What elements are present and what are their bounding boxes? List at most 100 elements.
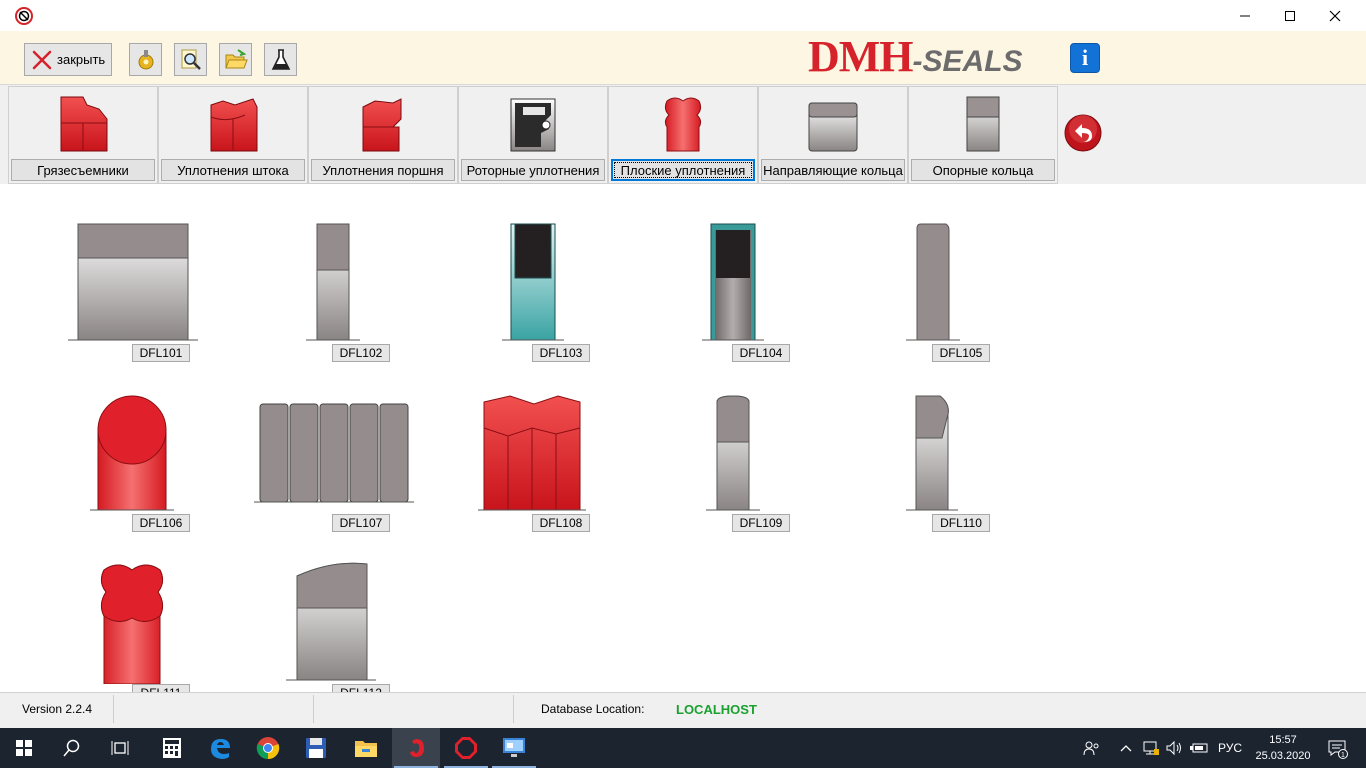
search-icon	[63, 739, 80, 757]
notification-button[interactable]: 1	[1322, 728, 1352, 768]
seal-profile	[906, 395, 958, 511]
seal-card-dfl104[interactable]: DFL104	[630, 184, 830, 362]
seal-grid: DFL101 DFL102 DFL103 DFL104 DFL105 DFL10…	[0, 184, 1366, 692]
category-rotary-seals[interactable]: Роторные уплотнения	[458, 86, 608, 184]
open-folder-icon	[224, 48, 248, 68]
wiper-seal-icon	[60, 96, 108, 152]
seal-card-dfl111[interactable]: DFL111	[30, 524, 230, 692]
seal-code: DFL110	[932, 514, 990, 532]
close-icon	[1329, 10, 1341, 21]
chevron-up-icon[interactable]	[1120, 728, 1132, 768]
open-folder-button[interactable]	[219, 43, 252, 76]
minimize-button[interactable]	[1222, 0, 1268, 31]
edge-icon	[211, 739, 230, 759]
status-cell-empty	[114, 695, 314, 723]
seal-card-dfl109[interactable]: DFL109	[630, 354, 830, 532]
taskbar: РУС 15:57 25.03.2020 1	[0, 728, 1366, 768]
taskbar-dmh-app[interactable]	[392, 728, 440, 768]
flask-button[interactable]	[264, 43, 297, 76]
flat-seal-icon	[664, 97, 702, 152]
taskbar-file-explorer[interactable]	[342, 728, 390, 768]
flask-icon	[271, 48, 290, 70]
status-cell-empty	[314, 695, 514, 723]
window-close-button[interactable]	[1312, 0, 1358, 31]
maximize-icon	[1285, 10, 1295, 21]
close-button[interactable]: закрыть	[24, 43, 112, 76]
seal-card-dfl106[interactable]: DFL106	[30, 354, 230, 532]
no-entry-icon[interactable]	[15, 7, 33, 25]
category-label: Роторные уплотнения	[461, 159, 605, 181]
search-icon	[181, 49, 201, 70]
people-icon	[1083, 741, 1099, 756]
notification-count: 1	[1341, 752, 1345, 759]
taskbar-remote-desktop[interactable]	[490, 728, 538, 768]
seal-profile	[502, 223, 564, 341]
seal-profile	[706, 395, 760, 511]
seal-profile	[306, 223, 360, 341]
minimize-icon	[1240, 15, 1250, 16]
seal-card-dfl101[interactable]: DFL101	[30, 184, 230, 362]
maximize-button[interactable]	[1267, 0, 1313, 31]
status-bar: Version 2.2.4 Database Location: LOCALHO…	[0, 692, 1366, 728]
backup-ring-icon	[966, 96, 1000, 152]
calculator-icon	[163, 738, 181, 758]
language-indicator[interactable]: РУС	[1218, 728, 1242, 768]
seal-card-dfl112[interactable]: DFL112	[230, 524, 430, 692]
taskbar-calculator[interactable]	[148, 728, 196, 768]
db-location-label: Database Location:	[541, 702, 645, 716]
seal-card-dfl108[interactable]: DFL108	[430, 354, 630, 532]
rotary-seal-icon	[510, 98, 556, 152]
seal-card-dfl105[interactable]: DFL105	[830, 184, 1030, 362]
category-label: Плоские уплотнения	[611, 159, 755, 181]
stop-icon	[455, 737, 477, 759]
close-x-icon	[32, 50, 52, 69]
db-location-value: LOCALHOST	[676, 701, 757, 717]
category-backup-rings[interactable]: Опорные кольца	[908, 86, 1058, 184]
seal-profile	[254, 403, 414, 503]
guide-ring-icon	[808, 102, 858, 152]
category-flat-seals[interactable]: Плоские уплотнения	[608, 86, 758, 184]
search-button[interactable]	[174, 43, 207, 76]
category-label: Направляющие кольца	[761, 159, 905, 181]
seal-card-dfl110[interactable]: DFL110	[830, 354, 1030, 532]
network-icon	[1143, 741, 1159, 755]
seal-profile	[478, 395, 586, 511]
volume-icon[interactable]	[1165, 728, 1183, 768]
network-icon[interactable]	[1142, 728, 1160, 768]
category-piston-seals[interactable]: Уплотнения поршня	[308, 86, 458, 184]
info-icon: i	[1081, 45, 1089, 70]
settings-button[interactable]	[129, 43, 162, 76]
clock[interactable]: 15:57 25.03.2020	[1252, 732, 1314, 764]
battery-icon[interactable]	[1189, 728, 1209, 768]
taskbar-chrome[interactable]	[244, 728, 292, 768]
category-rod-seals[interactable]: Уплотнения штока	[158, 86, 308, 184]
taskbar-save[interactable]	[292, 728, 340, 768]
taskbar-stop[interactable]	[442, 728, 490, 768]
people-icon[interactable]	[1083, 728, 1101, 768]
brand-sub: -SEALS	[912, 45, 1023, 78]
seal-card-dfl102[interactable]: DFL102	[230, 184, 430, 362]
taskbar-search[interactable]	[48, 728, 96, 768]
seal-profile	[90, 395, 174, 511]
category-guide-rings[interactable]: Направляющие кольца	[758, 86, 908, 184]
title-bar	[0, 0, 1366, 31]
back-arrow-icon[interactable]	[1063, 113, 1103, 153]
seal-profile	[286, 562, 376, 681]
chrome-icon	[256, 737, 280, 760]
seal-code: DFL109	[732, 514, 790, 532]
taskbar-edge[interactable]	[196, 728, 244, 768]
chevron-up-icon	[1120, 745, 1132, 752]
seal-profile	[906, 223, 960, 341]
app-window: закрыть DMH-SEALS i Грязесъемники Уплотн…	[0, 0, 1366, 728]
seal-card-dfl103[interactable]: DFL103	[430, 184, 630, 362]
clock-date: 25.03.2020	[1255, 750, 1311, 762]
category-label: Опорные кольца	[911, 159, 1055, 181]
seal-card-dfl107[interactable]: DFL107	[230, 354, 430, 532]
category-wiper-seals[interactable]: Грязесъемники	[8, 86, 158, 184]
brand-main: DMH	[808, 32, 914, 81]
seal-profile	[68, 223, 198, 341]
task-view-button[interactable]	[96, 728, 144, 768]
info-button[interactable]: i	[1070, 43, 1100, 73]
start-button[interactable]	[0, 728, 48, 768]
category-label: Уплотнения поршня	[311, 159, 455, 181]
